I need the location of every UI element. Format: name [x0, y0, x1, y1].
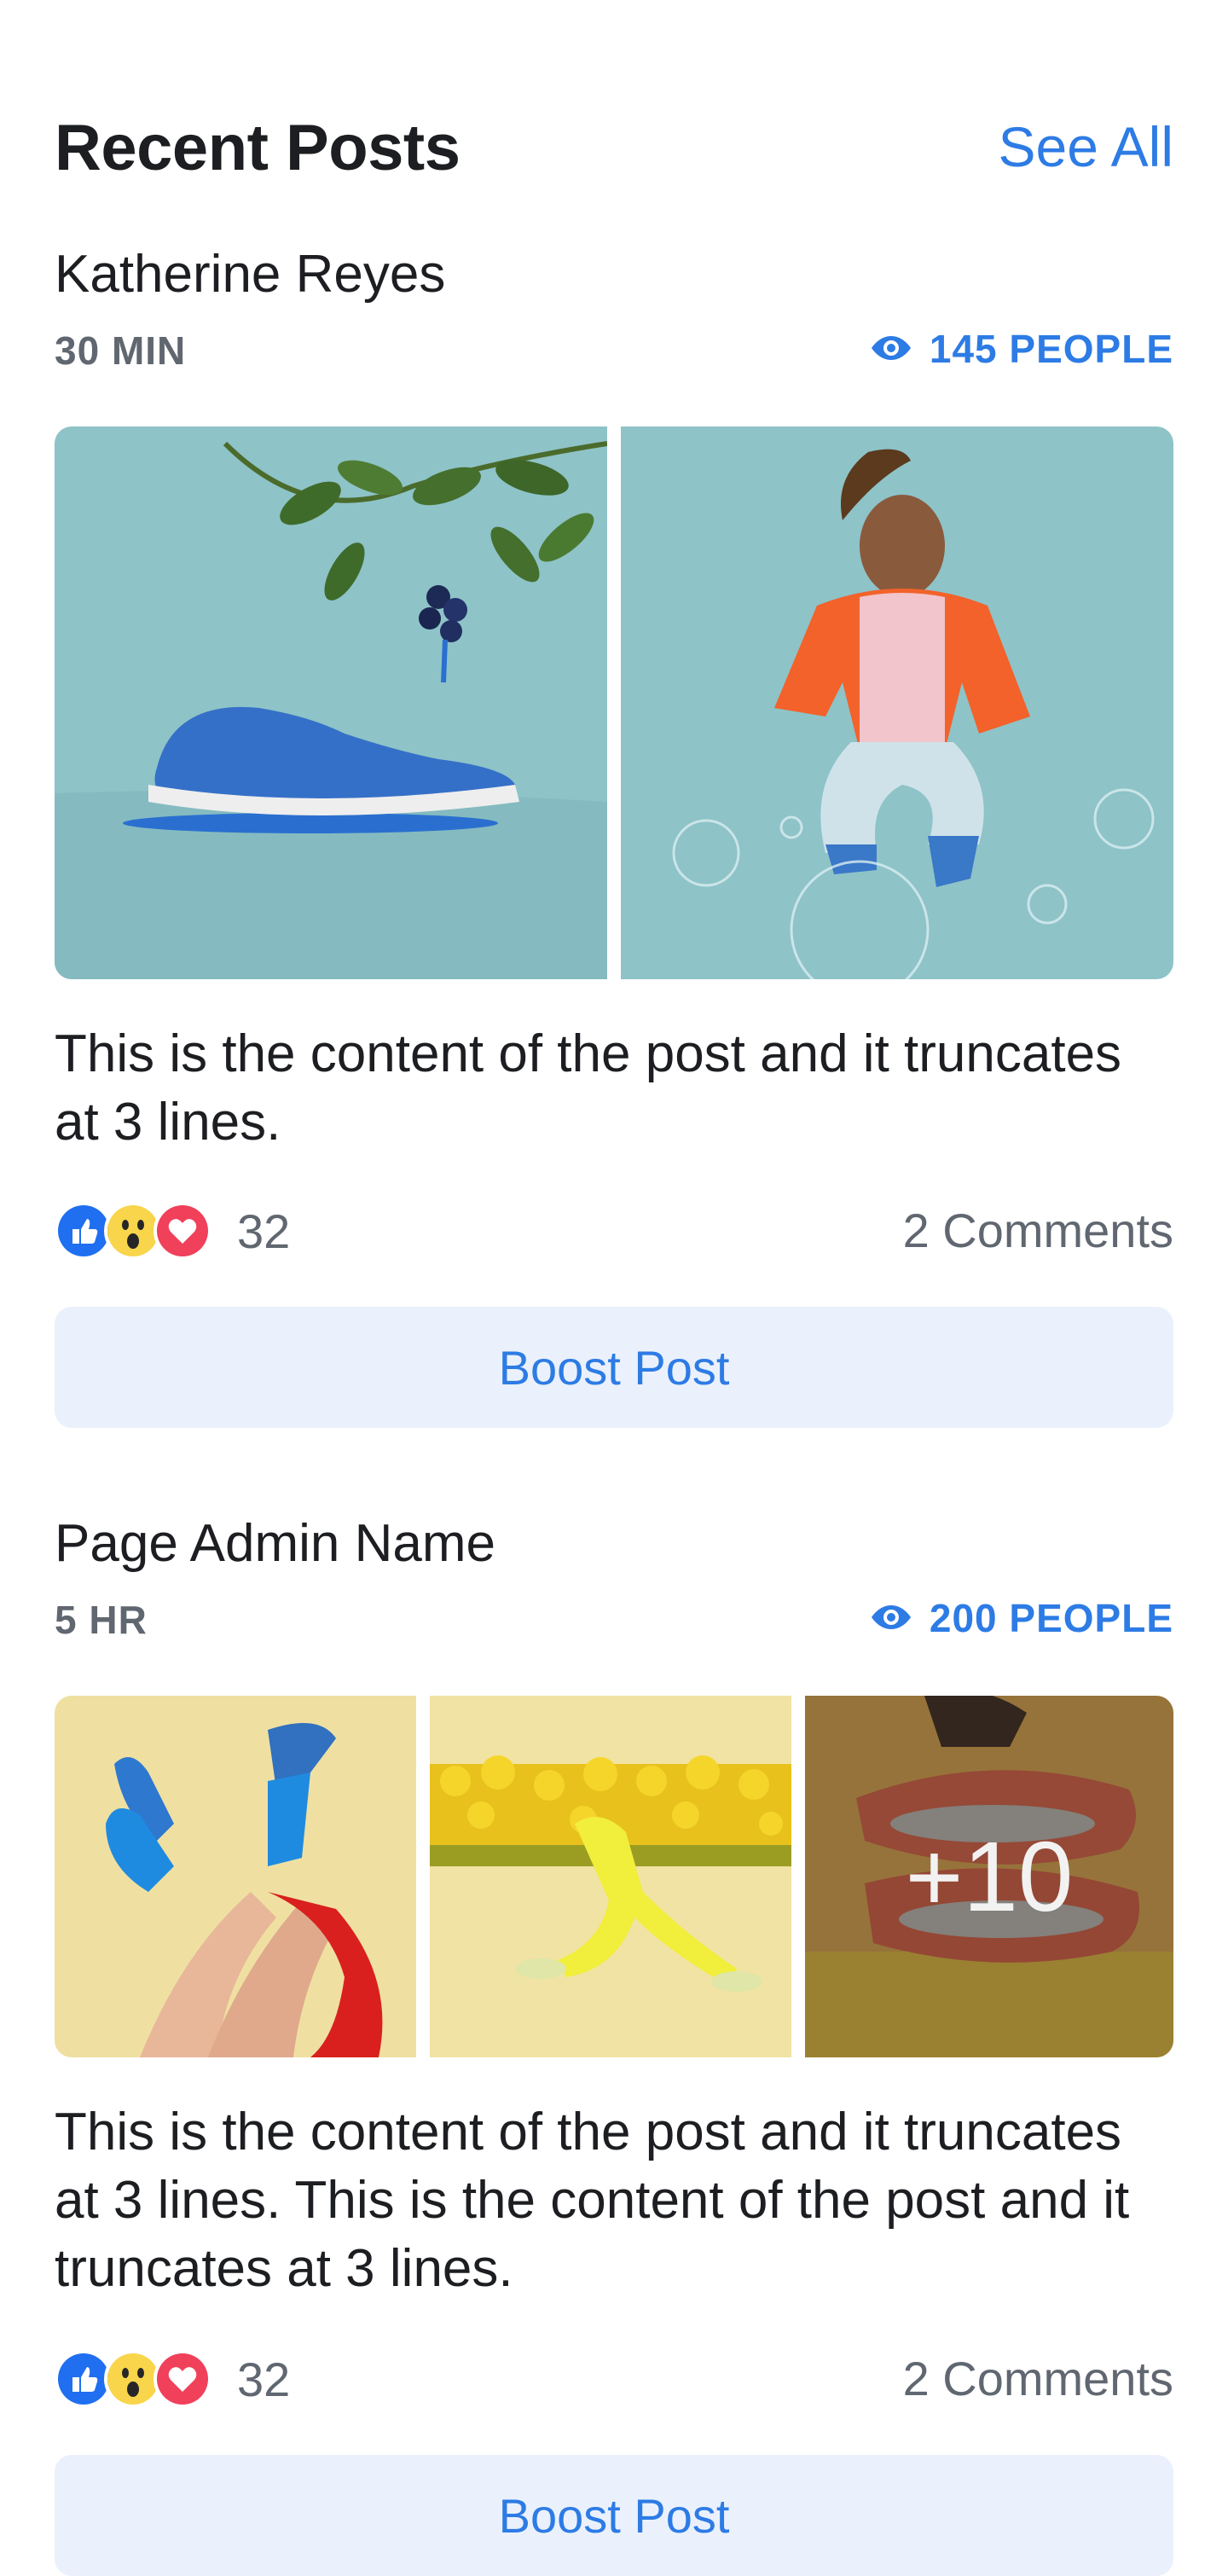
post-reach[interactable]: 200 PEOPLE [870, 1595, 1173, 1641]
post-photo-flowers[interactable] [430, 1696, 791, 2057]
post-reach-label: 200 PEOPLE [929, 1596, 1173, 1640]
comments-link[interactable]: 2 Comments [903, 1203, 1173, 1258]
post-time: 30 MIN [55, 328, 187, 373]
post-author[interactable]: Katherine Reyes [55, 244, 445, 305]
reaction-count: 32 [237, 2352, 291, 2406]
boost-post-button[interactable]: Boost Post [55, 2455, 1173, 2576]
love-icon [154, 2350, 211, 2408]
section-title: Recent Posts [55, 112, 460, 184]
post-author[interactable]: Page Admin Name [55, 1513, 495, 1574]
reaction-count: 32 [237, 1204, 291, 1258]
eye-icon [870, 1595, 912, 1641]
reaction-summary[interactable]: 32 [55, 2350, 291, 2408]
post-content: This is the content of the post and it t… [55, 2103, 1130, 2298]
post-photo-legs[interactable] [55, 1696, 416, 2057]
post-time: 5 HR [55, 1598, 148, 1642]
post-reach-label: 145 PEOPLE [929, 327, 1173, 371]
post-photo-jumping-man[interactable] [621, 426, 1173, 979]
post-content: This is the content of the post and it t… [55, 1024, 1122, 1152]
more-photos-count: +10 [805, 1696, 1173, 2057]
post-photo-shoe[interactable] [55, 426, 607, 979]
love-icon [154, 1202, 211, 1260]
post-reach[interactable]: 145 PEOPLE [870, 326, 1173, 372]
post-photo-more[interactable]: +10 [805, 1696, 1173, 2057]
comments-link[interactable]: 2 Comments [903, 2351, 1173, 2406]
see-all-link[interactable]: See All [999, 114, 1173, 179]
reaction-summary[interactable]: 32 [55, 1202, 291, 1260]
eye-icon [870, 326, 912, 372]
boost-post-button[interactable]: Boost Post [55, 1307, 1173, 1428]
